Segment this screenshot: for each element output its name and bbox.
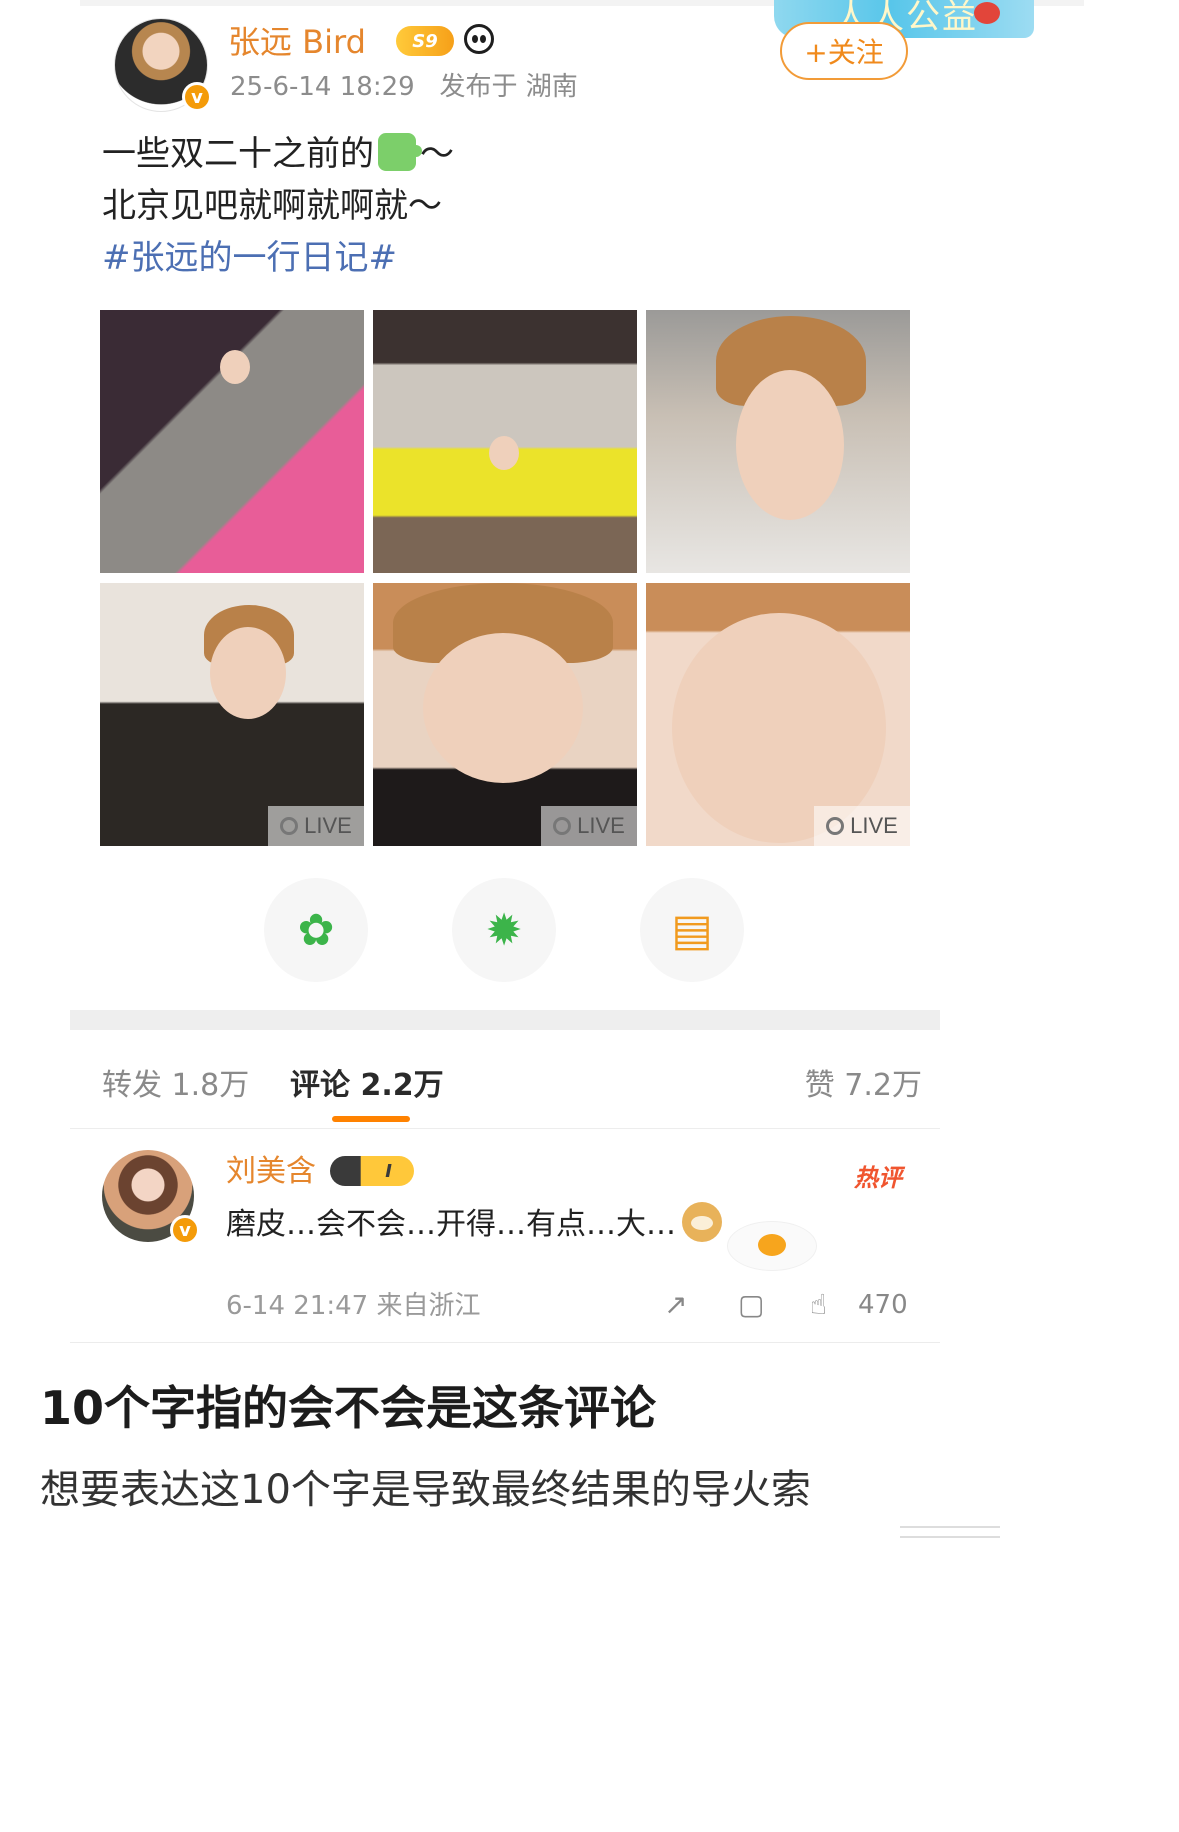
- crown-badge: I: [330, 1156, 414, 1186]
- follow-button[interactable]: +关注: [780, 22, 908, 80]
- moments-icon[interactable]: ✹: [452, 878, 556, 982]
- active-tab-indicator: [332, 1116, 410, 1122]
- photo-5-live[interactable]: LIVE: [373, 583, 637, 846]
- post-meta: 25-6-14 18:29 发布于 湖南: [230, 72, 578, 102]
- live-badge: LIVE: [814, 806, 910, 846]
- live-icon: [280, 817, 299, 835]
- comment-actions: ↗ ▢ ☝ 470: [664, 1288, 912, 1324]
- comment-text-content: 磨皮…会不会…开得…有点…大…: [226, 1207, 676, 1242]
- live-label: LIVE: [577, 813, 625, 838]
- doge-emoji-icon: [682, 1202, 722, 1242]
- live-icon: [826, 817, 845, 835]
- comment-like-count: 470: [858, 1290, 908, 1320]
- photo-2[interactable]: [373, 310, 637, 573]
- verified-badge-icon: v: [170, 1215, 200, 1245]
- post-body: 一些双二十之前的 ～ 北京见吧就啊就啊就～ #张远的一行日记#: [102, 128, 454, 284]
- level-badge: S9: [396, 26, 454, 56]
- post-line-1: 一些双二十之前的 ～: [102, 128, 454, 180]
- weibo-post-screenshot: 人人公益 v 张远 Bird S9 25-6-14 18:29 发布于 湖南 +…: [70, 0, 1084, 1562]
- photo-2-figure: [489, 436, 519, 470]
- fried-egg-sticker: [728, 1222, 816, 1270]
- interaction-tabs: 转发 1.8万 评论 2.2万 赞 7.2万: [102, 1060, 922, 1122]
- live-label: LIVE: [850, 813, 898, 838]
- panda-icon: [464, 24, 494, 54]
- photo-1[interactable]: [100, 310, 364, 573]
- overlay-subtitle: 想要表达这10个字是导致最终结果的导火索: [40, 1467, 811, 1513]
- post-location: 发布于 湖南: [439, 72, 578, 102]
- section-divider: [70, 1010, 940, 1030]
- tab-like[interactable]: 赞 7.2万: [805, 1060, 922, 1104]
- thumbs-up-icon[interactable]: ☝: [810, 1288, 827, 1321]
- photo-4-face: [210, 627, 286, 719]
- photo-1-figure: [220, 350, 250, 384]
- share-icon[interactable]: ↗: [664, 1288, 687, 1321]
- save-image-icon[interactable]: ▤: [640, 878, 744, 982]
- post-author-name[interactable]: 张远 Bird: [228, 24, 366, 60]
- live-badge: LIVE: [268, 806, 364, 846]
- hot-comment-badge: 热评: [854, 1164, 902, 1192]
- photo-6-live[interactable]: LIVE: [646, 583, 910, 846]
- tab-repost[interactable]: 转发 1.8万: [102, 1060, 249, 1104]
- comment-text: 磨皮…会不会…开得…有点…大…: [226, 1202, 722, 1247]
- comment-divider: [70, 1342, 940, 1343]
- verified-badge-icon: v: [182, 82, 212, 112]
- tab-comment[interactable]: 评论 2.2万: [290, 1060, 444, 1104]
- photo-grid: LIVE LIVE LIVE: [100, 310, 910, 846]
- post-line-1-text: 一些双二十之前的: [102, 134, 374, 174]
- post-line-2: 北京见吧就啊就啊就～: [102, 186, 442, 226]
- overlay-title: 10个字指的会不会是这条评论: [40, 1381, 657, 1435]
- photo-5-face: [423, 633, 583, 783]
- photo-3-face: [736, 370, 844, 520]
- share-row: ✿ ✹ ▤: [264, 878, 744, 984]
- reply-icon[interactable]: ▢: [738, 1288, 764, 1321]
- banner-ornament: [974, 2, 1000, 24]
- post-line-1-suffix: ～: [420, 134, 454, 174]
- photo-4-live[interactable]: LIVE: [100, 583, 364, 846]
- puzzle-piece-icon: [378, 133, 422, 171]
- comment-meta: 6-14 21:47 来自浙江: [226, 1291, 481, 1321]
- comment-author-name[interactable]: 刘美含: [226, 1154, 316, 1190]
- wechat-icon[interactable]: ✿: [264, 878, 368, 982]
- photo-3[interactable]: [646, 310, 910, 573]
- hashtag-link[interactable]: #张远的一行日记#: [102, 232, 454, 284]
- tabs-divider: [70, 1128, 940, 1129]
- corner-decoration: [860, 1508, 1000, 1548]
- live-icon: [553, 817, 572, 835]
- live-badge: LIVE: [541, 806, 637, 846]
- live-label: LIVE: [304, 813, 352, 838]
- post-timestamp: 25-6-14 18:29: [230, 72, 415, 102]
